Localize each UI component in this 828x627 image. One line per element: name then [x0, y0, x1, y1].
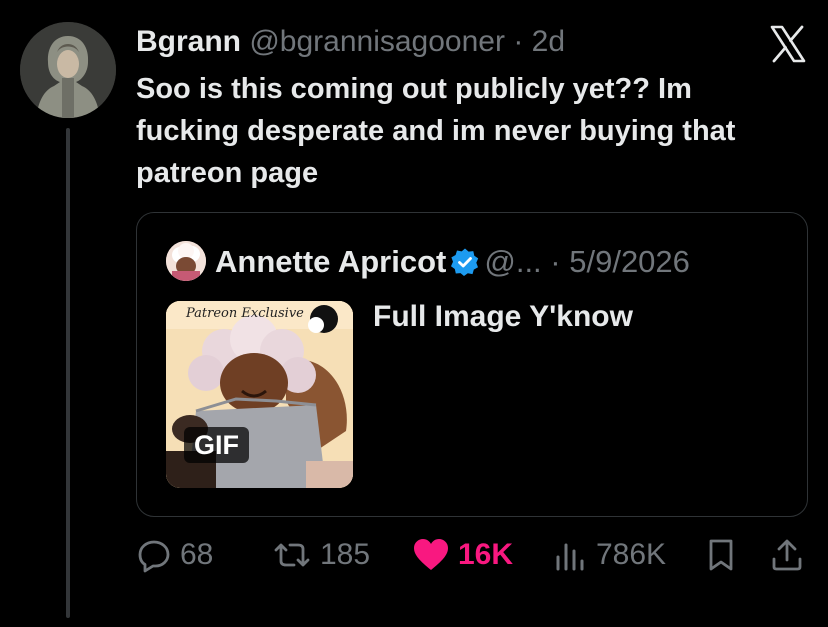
handle[interactable]: @bgrannisagooner — [249, 25, 505, 58]
reply-icon — [138, 540, 170, 573]
meta-separator: · — [504, 25, 532, 58]
like-button[interactable]: 16K — [412, 533, 513, 577]
share-button[interactable] — [770, 533, 804, 577]
quote-display-name[interactable]: Annette Apricot — [215, 244, 446, 279]
gif-badge: GIF — [184, 427, 249, 463]
quote-meta-separator: · — [541, 244, 570, 279]
quote-tweet-card[interactable]: Annette Apricot @... · 5/9/2026 Patreon E… — [136, 212, 808, 517]
verified-badge-icon — [450, 246, 480, 276]
quote-handle[interactable]: @... — [484, 244, 541, 279]
heart-icon — [414, 539, 448, 570]
x-logo-icon[interactable] — [768, 24, 808, 64]
views-icon — [556, 543, 584, 571]
action-bar: 68 185 16K 786K — [136, 533, 816, 577]
media-caption: Patreon Exclusive — [185, 306, 304, 321]
views-button[interactable]: 786K — [554, 533, 666, 577]
bookmark-button[interactable] — [706, 533, 736, 577]
quote-avatar[interactable] — [166, 241, 206, 281]
avatar[interactable] — [20, 22, 116, 118]
like-count: 16K — [458, 538, 514, 571]
quote-media-gif[interactable]: Patreon Exclusive GIF — [166, 301, 353, 488]
reply-button[interactable]: 68 — [136, 533, 213, 577]
thread-line — [66, 128, 70, 618]
repost-button[interactable]: 185 — [272, 533, 370, 577]
quote-header: Annette Apricot @... · 5/9/2026 — [215, 241, 690, 283]
tweet-header: Bgrann @bgrannisagooner · 2d — [136, 22, 565, 62]
repost-count: 185 — [320, 538, 371, 571]
timestamp[interactable]: 2d — [532, 25, 565, 58]
share-icon — [772, 539, 802, 571]
reply-count: 68 — [180, 538, 214, 571]
quote-avatar-image — [166, 241, 206, 281]
bookmark-icon — [709, 539, 733, 571]
avatar-image — [20, 22, 116, 118]
tweet-text: Soo is this coming out publicly yet?? Im… — [136, 73, 736, 189]
view-count: 786K — [596, 538, 667, 571]
display-name[interactable]: Bgrann — [136, 25, 241, 58]
repost-icon — [274, 543, 310, 567]
quote-date[interactable]: 5/9/2026 — [569, 244, 690, 279]
quote-text: Full Image Y'know — [373, 300, 633, 333]
